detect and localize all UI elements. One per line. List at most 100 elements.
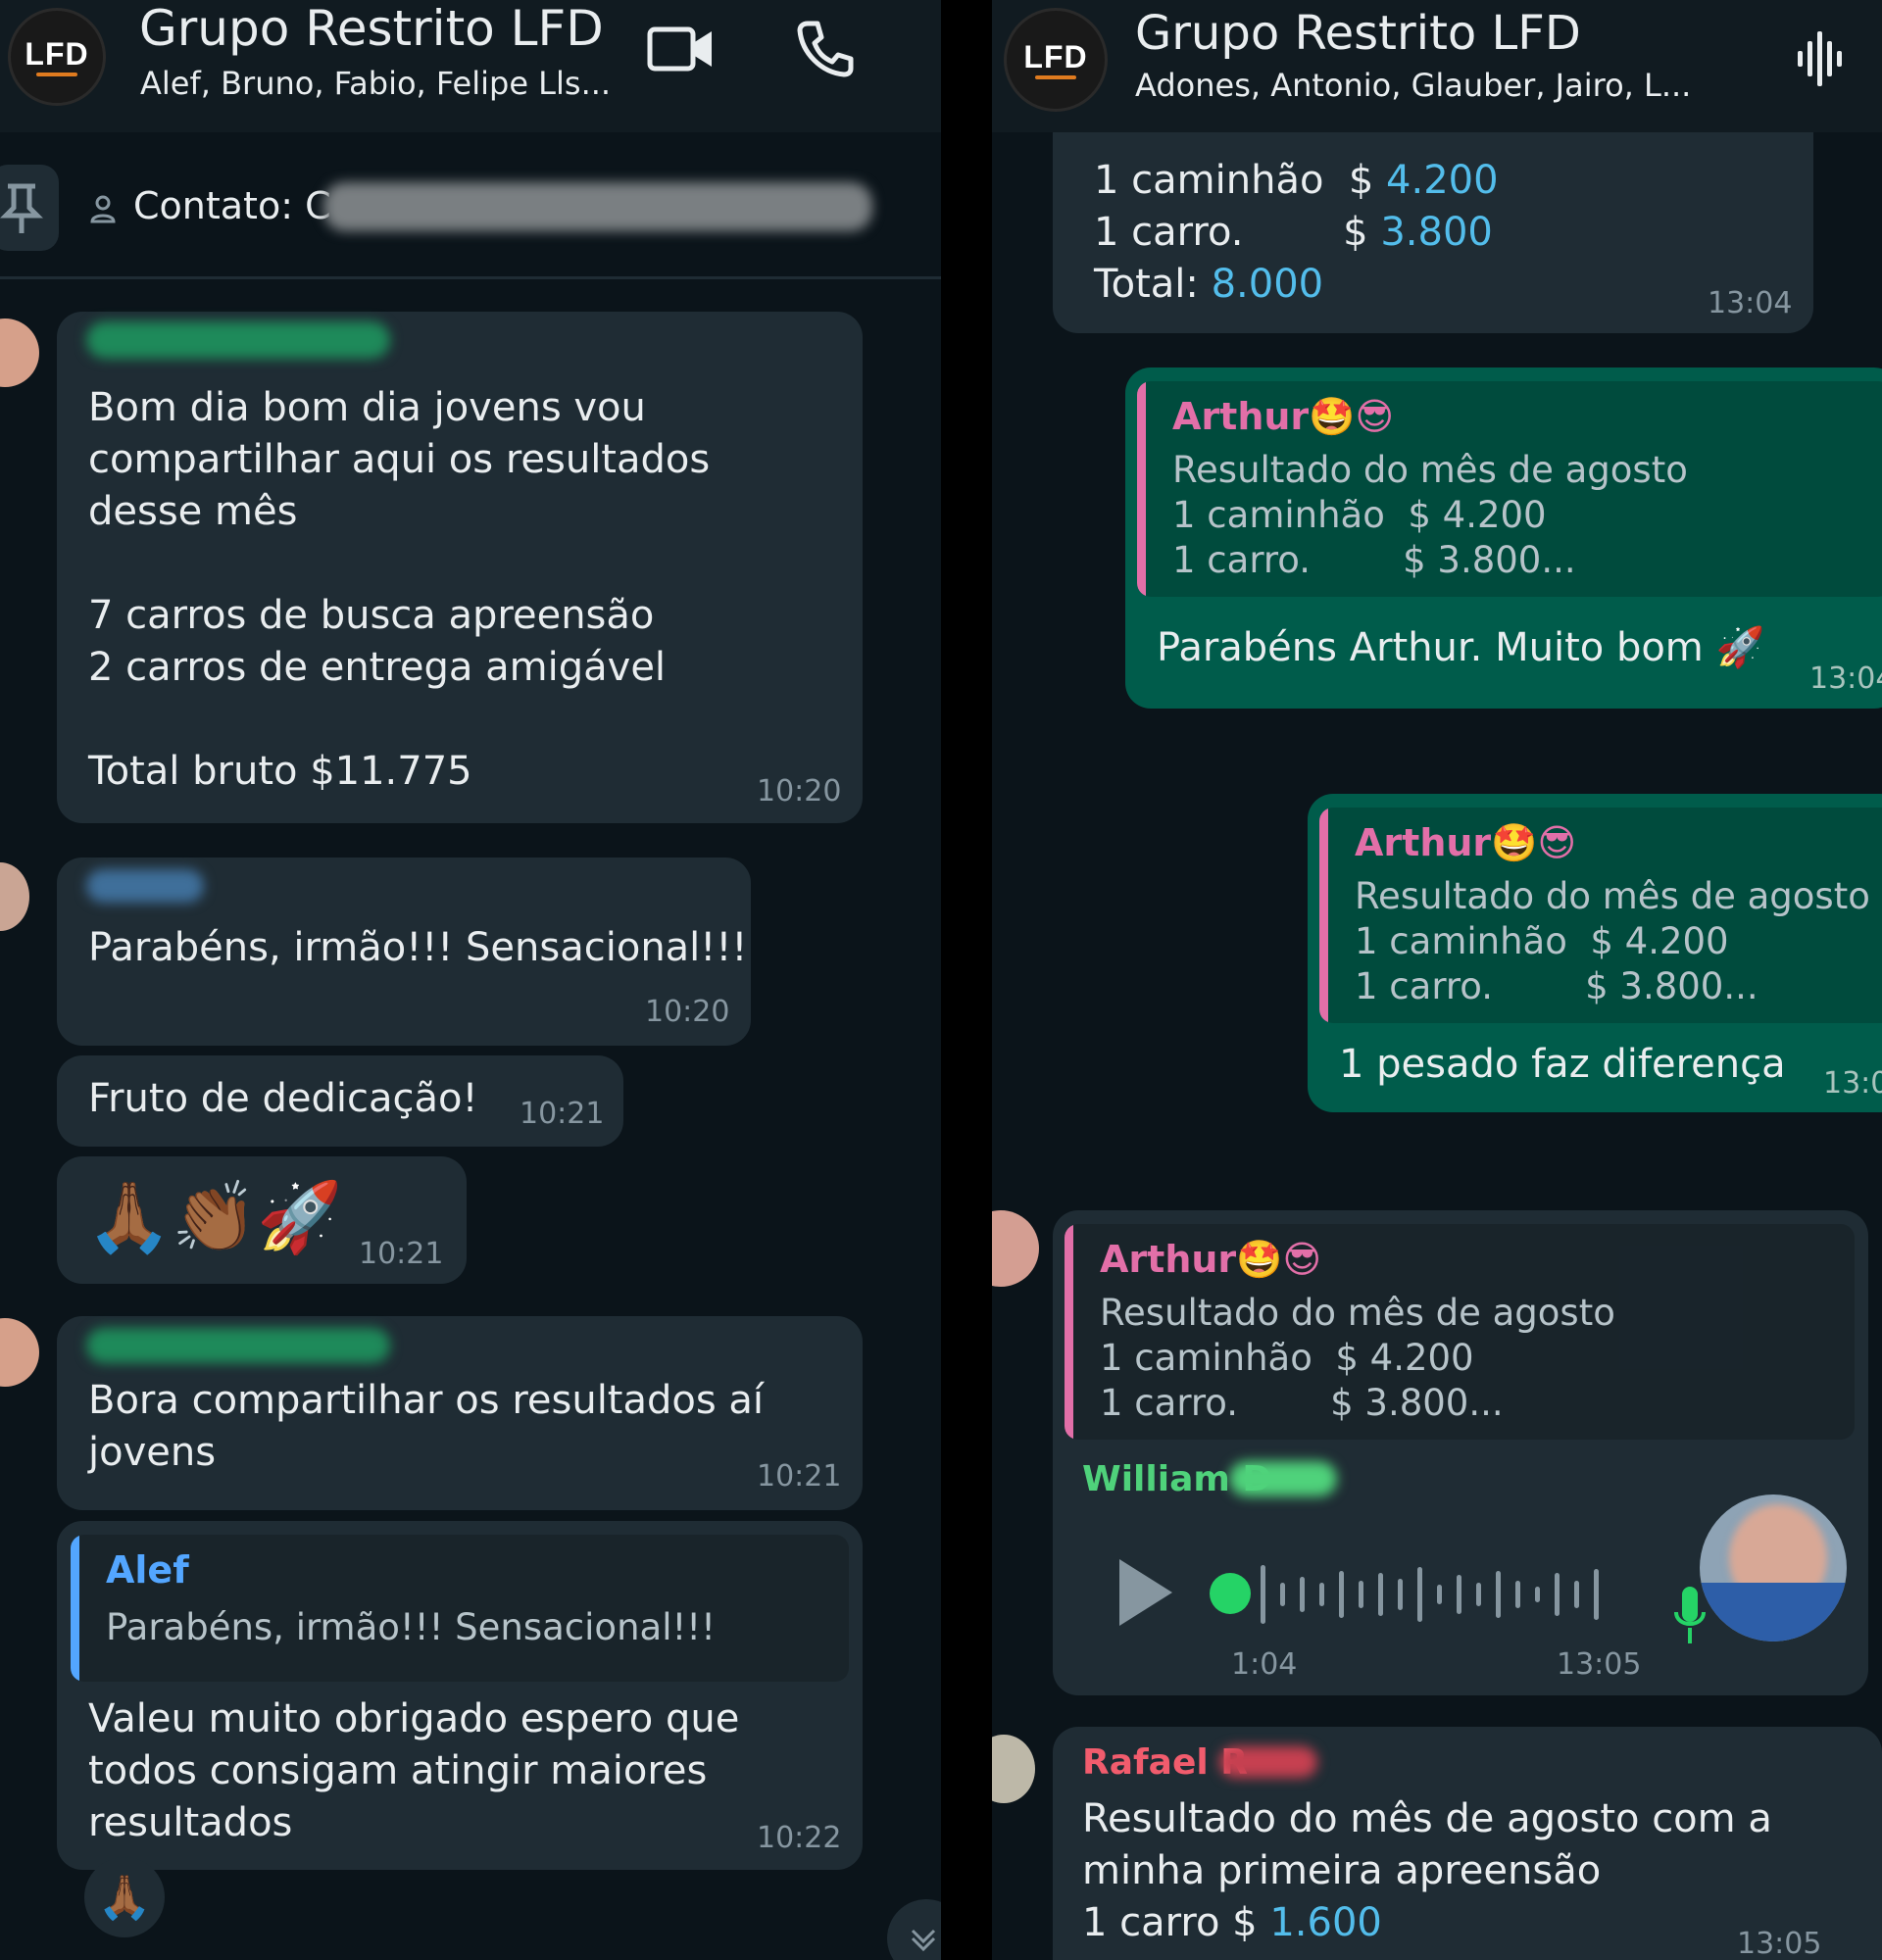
quote-text: Parabéns, irmão!!! Sensacional!!! bbox=[106, 1606, 716, 1648]
message-time: 10:20 bbox=[645, 995, 730, 1029]
logo-text: LFD bbox=[25, 35, 89, 72]
result-line: 1 carro $ 1.600 bbox=[1082, 1897, 1382, 1949]
quoted-message[interactable]: Arthur🤩😎 Resultado do mês de agosto 1 ca… bbox=[1137, 381, 1882, 597]
waveform-bar bbox=[1280, 1583, 1285, 1606]
contact-icon bbox=[90, 195, 116, 223]
message-text: Fruto de dedicação! bbox=[88, 1076, 478, 1121]
redacted-sender-name bbox=[1219, 1746, 1317, 1778]
redacted-sender-name bbox=[1229, 1461, 1337, 1496]
sender-avatar[interactable] bbox=[0, 318, 39, 387]
message-time: 13:05 bbox=[1557, 1647, 1642, 1682]
quoted-message[interactable]: Arthur🤩😎 Resultado do mês de agosto 1 ca… bbox=[1065, 1224, 1855, 1440]
outgoing-message-bubble[interactable]: Arthur🤩😎 Resultado do mês de agosto 1 ca… bbox=[1308, 794, 1882, 1112]
message-bubble[interactable]: Parabéns, irmão!!! Sensacional!!! 10:20 bbox=[57, 858, 751, 1046]
reaction-badge[interactable]: 🙏🏾 bbox=[84, 1857, 165, 1937]
group-avatar[interactable]: LFD bbox=[8, 8, 106, 106]
pin-button[interactable] bbox=[0, 165, 59, 251]
message-text: Bora compartilhar os resultados aí joven… bbox=[88, 1378, 765, 1475]
message-time: 13:04 bbox=[1809, 662, 1882, 696]
group-members[interactable]: Adones, Antonio, Glauber, Jairo, L... bbox=[1135, 67, 1691, 104]
result-line-value: 4.200 bbox=[1386, 158, 1499, 203]
waveform-bar bbox=[1359, 1581, 1363, 1608]
message-bubble[interactable]: 🙏🏾👏🏾🚀 10:21 bbox=[57, 1156, 467, 1284]
playback-position-dot[interactable] bbox=[1210, 1573, 1251, 1614]
logo-arrow bbox=[1035, 74, 1076, 79]
result-line-label: 1 carro $ bbox=[1082, 1900, 1270, 1945]
sender-avatar[interactable] bbox=[992, 1735, 1035, 1803]
sender-avatar[interactable] bbox=[0, 1318, 39, 1387]
redacted-sender-name bbox=[86, 321, 390, 359]
quote-text: Resultado do mês de agosto 1 caminhão $ … bbox=[1100, 1292, 1615, 1424]
quote-bar bbox=[1065, 1224, 1073, 1440]
message-bubble[interactable]: Rafael R Resultado do mês de agosto com … bbox=[1053, 1727, 1882, 1960]
waveform-bar bbox=[1457, 1575, 1461, 1614]
waveform-bar bbox=[1319, 1583, 1324, 1606]
result-line-value: 1.600 bbox=[1269, 1900, 1382, 1945]
chat-header[interactable]: LFD Grupo Restrito LFD Alef, Bruno, Fabi… bbox=[0, 0, 941, 132]
result-line-value: 3.800 bbox=[1380, 210, 1493, 255]
result-line: 1 caminhão $ 4.200 bbox=[1094, 155, 1499, 207]
message-text: Parabéns, irmão!!! Sensacional!!! bbox=[88, 925, 748, 970]
waveform-bar bbox=[1339, 1571, 1344, 1618]
sender-avatar[interactable] bbox=[992, 1210, 1039, 1287]
waveform-bar bbox=[1535, 1587, 1540, 1602]
outgoing-message-bubble[interactable]: Arthur🤩😎 Resultado do mês de agosto 1 ca… bbox=[1125, 368, 1882, 709]
voice-message-bubble[interactable]: Arthur🤩😎 Resultado do mês de agosto 1 ca… bbox=[1053, 1210, 1868, 1695]
waveform-bar bbox=[1261, 1565, 1265, 1624]
message-bubble[interactable]: Bora compartilhar os resultados aí joven… bbox=[57, 1316, 863, 1510]
message-time: 10:21 bbox=[520, 1097, 605, 1131]
video-icon[interactable] bbox=[647, 22, 716, 76]
voice-waveform-icon[interactable] bbox=[1794, 29, 1853, 88]
message-time: 10:21 bbox=[757, 1459, 842, 1494]
avatar-shirt bbox=[1700, 1583, 1847, 1642]
waveform-bar bbox=[1398, 1579, 1403, 1610]
message-text: 1 pesado faz diferença bbox=[1339, 1042, 1786, 1087]
waveform-bar bbox=[1515, 1581, 1520, 1608]
right-chat-panel: 1 caminhão $ 4.200 1 carro. $ 3.800 Tota… bbox=[992, 0, 1882, 1960]
message-bubble[interactable]: Bom dia bom dia jovens vou compartilhar … bbox=[57, 312, 863, 823]
emoji-message: 🙏🏾👏🏾🚀 bbox=[86, 1177, 343, 1257]
quoted-message[interactable]: Arthur🤩😎 Resultado do mês de agosto 1 ca… bbox=[1319, 808, 1882, 1023]
message-text: Parabéns Arthur. Muito bom 🚀 bbox=[1157, 625, 1765, 670]
quote-bar bbox=[1137, 381, 1146, 597]
chat-header[interactable]: LFD Grupo Restrito LFD Adones, Antonio, … bbox=[992, 0, 1882, 132]
voice-waveform[interactable] bbox=[1249, 1553, 1621, 1636]
mic-icon bbox=[1674, 1587, 1706, 1643]
quote-bar bbox=[71, 1535, 79, 1682]
quote-bar bbox=[1319, 808, 1328, 1023]
group-avatar[interactable]: LFD bbox=[1004, 8, 1108, 112]
result-line-label: 1 caminhão $ bbox=[1094, 158, 1387, 203]
message-time: 13:04 bbox=[1708, 286, 1793, 320]
result-line-label: 1 carro. $ bbox=[1094, 210, 1381, 255]
message-time: 13:05 bbox=[1737, 1927, 1822, 1960]
redacted-sender-name bbox=[86, 869, 204, 903]
waveform-bar bbox=[1574, 1581, 1579, 1608]
voice-sender-avatar[interactable] bbox=[1700, 1494, 1847, 1642]
quote-text: Resultado do mês de agosto 1 caminhão $ … bbox=[1172, 449, 1688, 581]
quoted-message[interactable]: Alef Parabéns, irmão!!! Sensacional!!! bbox=[71, 1535, 849, 1682]
group-title[interactable]: Grupo Restrito LFD bbox=[139, 0, 604, 57]
result-line: 1 carro. $ 3.800 bbox=[1094, 207, 1493, 259]
message-bubble[interactable]: Alef Parabéns, irmão!!! Sensacional!!! V… bbox=[57, 1521, 863, 1870]
message-text: Valeu muito obrigado espero que todos co… bbox=[88, 1696, 740, 1845]
message-time: 10:20 bbox=[757, 774, 842, 808]
logo-text: LFD bbox=[1023, 38, 1088, 74]
scroll-down-button[interactable] bbox=[887, 1899, 941, 1960]
pin-icon bbox=[0, 183, 43, 233]
phone-icon[interactable] bbox=[794, 18, 857, 80]
message-bubble[interactable]: Fruto de dedicação! 10:21 bbox=[57, 1055, 623, 1147]
quote-sender: Arthur🤩😎 bbox=[1100, 1238, 1322, 1281]
group-title[interactable]: Grupo Restrito LFD bbox=[1135, 6, 1581, 61]
play-icon[interactable] bbox=[1112, 1553, 1180, 1632]
sender-avatar[interactable] bbox=[0, 862, 29, 931]
quote-sender: Arthur🤩😎 bbox=[1172, 395, 1395, 438]
waveform-bar bbox=[1594, 1569, 1599, 1620]
message-text: Resultado do mês de agosto com a minha p… bbox=[1082, 1796, 1772, 1893]
group-members[interactable]: Alef, Bruno, Fabio, Felipe Lls... bbox=[140, 65, 611, 102]
message-text: Bom dia bom dia jovens vou compartilhar … bbox=[88, 385, 711, 794]
pinned-contact-label: Contato: C bbox=[133, 184, 331, 227]
message-time: 10:21 bbox=[359, 1237, 444, 1271]
message-time: 10:22 bbox=[757, 1821, 842, 1855]
waveform-bar bbox=[1437, 1585, 1442, 1604]
pinned-message-bar[interactable]: Contato: C bbox=[0, 137, 941, 279]
